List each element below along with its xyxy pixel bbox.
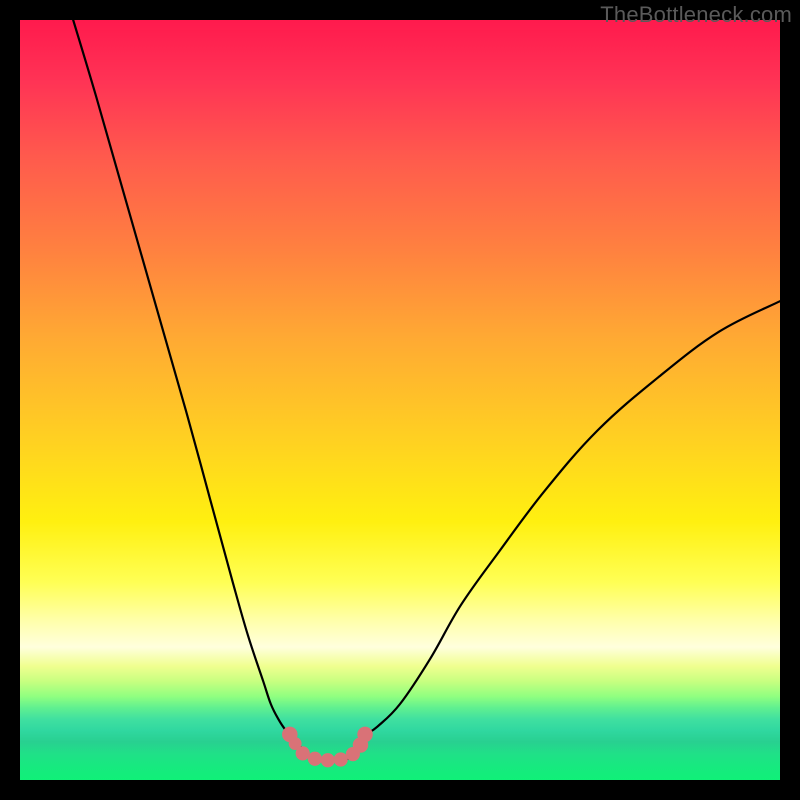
bottleneck-curve <box>73 20 780 760</box>
trough-marker <box>308 752 322 766</box>
chart-plot <box>20 20 780 780</box>
marker-group <box>282 727 373 768</box>
watermark-text: TheBottleneck.com <box>600 2 792 28</box>
trough-marker <box>334 752 348 766</box>
trough-marker <box>357 727 373 743</box>
curve-group <box>73 20 780 760</box>
trough-marker <box>321 753 335 767</box>
trough-marker <box>296 746 310 760</box>
